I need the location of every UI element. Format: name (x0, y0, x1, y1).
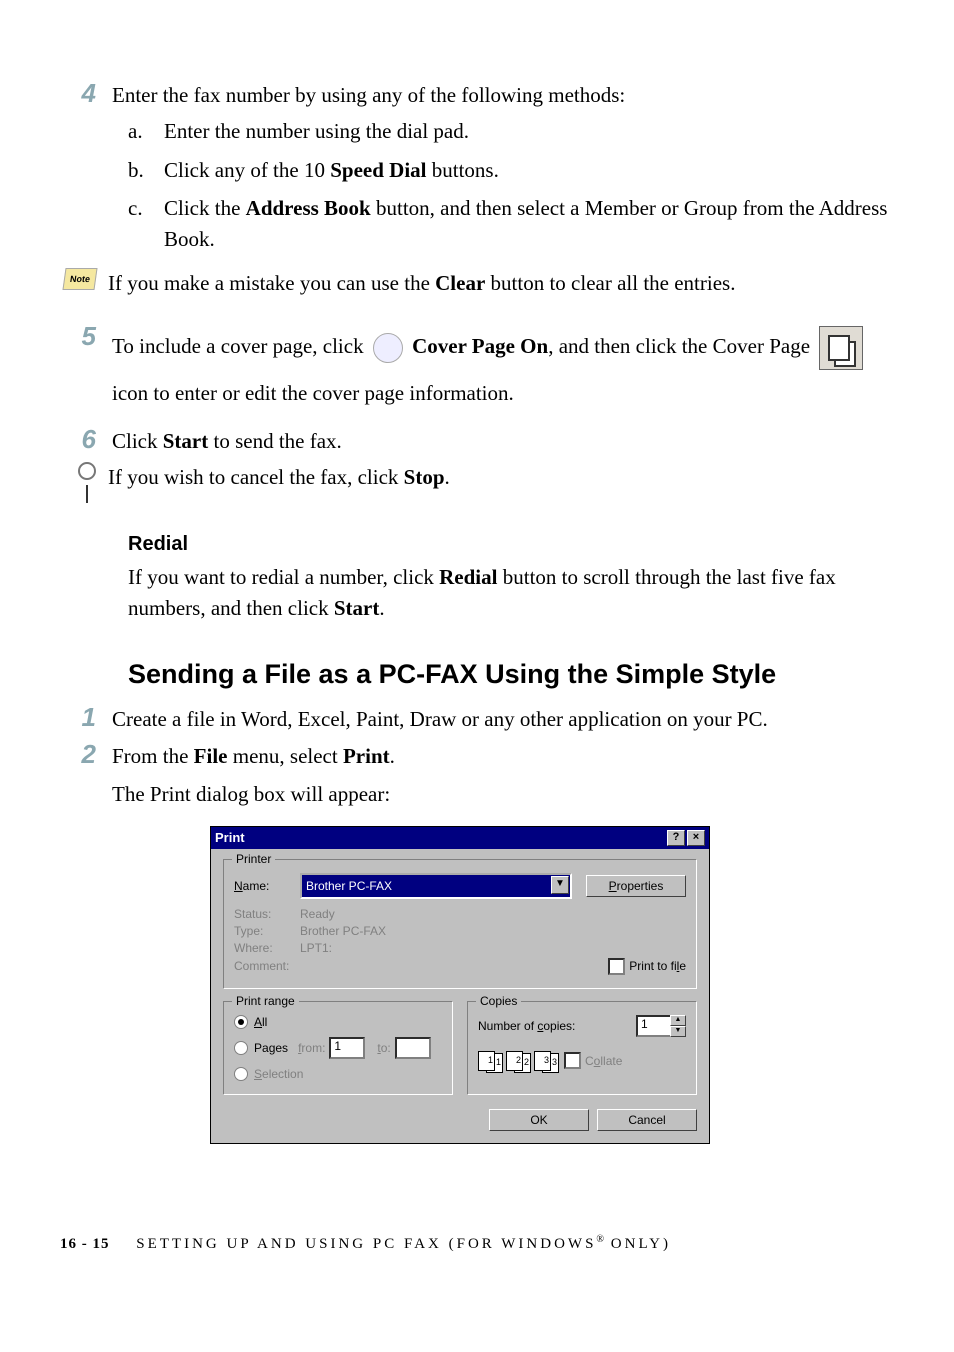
copies-legend: Copies (476, 994, 521, 1008)
radio-all[interactable] (234, 1015, 248, 1029)
step-4: 4 Enter the fax number by using any of t… (60, 80, 894, 262)
print-to-file-checkbox[interactable] (608, 958, 625, 975)
sec2-step-number-1: 1 (60, 704, 112, 730)
close-button[interactable]: × (687, 830, 705, 846)
collate-label: Collate (585, 1054, 622, 1068)
radio-selection-label: Selection (254, 1067, 303, 1081)
collate-icon: 11 22 33 (478, 1051, 558, 1071)
type-label: Type: (234, 924, 300, 938)
radio-all-label: All (254, 1015, 267, 1029)
status-label: Status: (234, 907, 300, 921)
redial-paragraph: If you want to redial a number, click Re… (128, 562, 894, 623)
sec2-step-1: 1 Create a file in Word, Excel, Paint, D… (60, 704, 894, 734)
from-label: from: (298, 1041, 325, 1055)
page-number: 16 - 15 (60, 1236, 110, 1252)
num-copies-label: Number of copies: (478, 1019, 575, 1033)
step-4-intro: Enter the fax number by using any of the… (112, 80, 894, 110)
step-number-5: 5 (60, 323, 112, 349)
type-value: Brother PC-FAX (300, 924, 386, 938)
printer-legend: Printer (232, 852, 275, 866)
comment-label: Comment: (234, 959, 300, 973)
print-to-file-label: Print to file (629, 959, 686, 973)
help-button[interactable]: ? (667, 830, 685, 846)
print-range-group: Print range All Pages from: 1 (223, 1001, 453, 1095)
to-label: to: (377, 1041, 390, 1055)
status-value: Ready (300, 907, 335, 921)
properties-button[interactable]: Properties (586, 875, 686, 897)
step-6: 6 Click Start to send the fax. (60, 426, 894, 456)
printer-name-combo[interactable]: Brother PC-FAX ▼ (300, 873, 572, 899)
step-number-6: 6 (60, 426, 112, 452)
where-value: LPT1: (300, 941, 332, 955)
footer-text: SETTING UP AND USING PC FAX (FOR WINDOWS… (136, 1236, 671, 1252)
step-4a: a. Enter the number using the dial pad. (128, 116, 894, 146)
cover-page-on-icon (373, 333, 403, 363)
print-range-legend: Print range (232, 994, 299, 1008)
radio-selection (234, 1067, 248, 1081)
sec2-step-number-2: 2 (60, 741, 112, 767)
printer-name-label: Name: (234, 879, 300, 893)
collate-checkbox (564, 1052, 581, 1069)
copies-group: Copies Number of copies: 1 ▲▼ 11 (467, 1001, 697, 1095)
pages-to-input[interactable] (395, 1037, 431, 1059)
pages-from-input[interactable]: 1 (329, 1037, 365, 1059)
sec2-step-2: 2 From the File menu, select Print. The … (60, 741, 894, 810)
cancel-button[interactable]: Cancel (597, 1109, 697, 1131)
printer-group: Printer Name: Brother PC-FAX ▼ Propertie… (223, 859, 697, 989)
tip-icon (78, 462, 96, 503)
where-label: Where: (234, 941, 300, 955)
step-number-4: 4 (60, 80, 112, 106)
num-copies-spinner[interactable]: ▲▼ (670, 1015, 686, 1037)
step-4b: b. Click any of the 10 Speed Dial button… (128, 155, 894, 185)
num-copies-input[interactable]: 1 (636, 1015, 672, 1037)
radio-pages[interactable] (234, 1041, 248, 1055)
ok-button[interactable]: OK (489, 1109, 589, 1131)
step-5: 5 To include a cover page, click Cover P… (60, 323, 894, 416)
chevron-down-icon[interactable]: ▼ (551, 876, 569, 894)
cover-page-icon (819, 326, 863, 370)
section-heading: Sending a File as a PC-FAX Using the Sim… (128, 659, 894, 690)
print-dialog-title: Print (215, 830, 665, 845)
note-icon: Note (62, 268, 97, 290)
print-dialog-titlebar: Print ? × (211, 827, 709, 849)
page-footer: 16 - 15 SETTING UP AND USING PC FAX (FOR… (60, 1234, 894, 1253)
radio-pages-label: Pages (254, 1041, 288, 1055)
tip-stop: If you wish to cancel the fax, click Sto… (60, 462, 894, 503)
step-4c: c. Click the Address Book button, and th… (128, 193, 894, 254)
print-dialog: Print ? × Printer Name: Brother PC-FAX ▼ (210, 826, 710, 1144)
note-clear: Note If you make a mistake you can use t… (60, 268, 894, 298)
redial-heading: Redial (128, 533, 894, 556)
